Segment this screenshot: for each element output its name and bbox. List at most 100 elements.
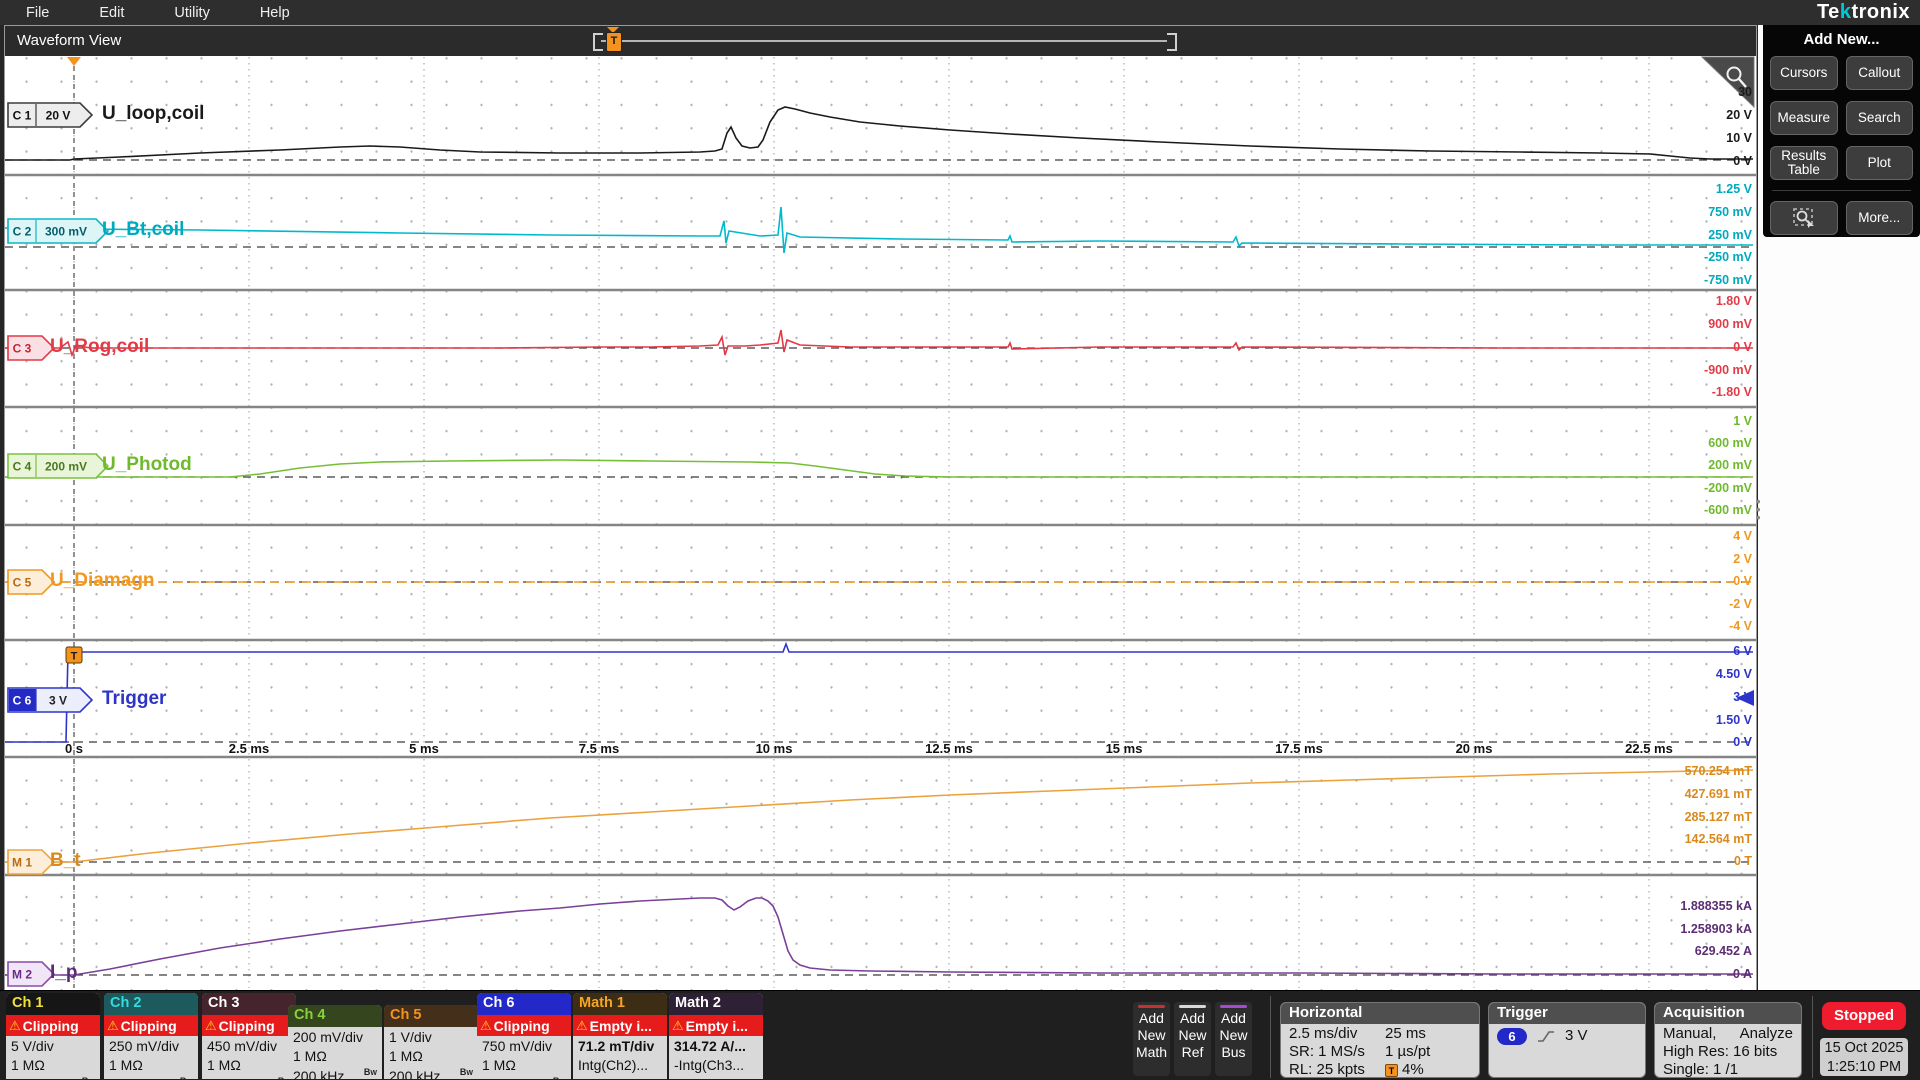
time-axis-label-8: 20 ms bbox=[1432, 741, 1516, 756]
bandwidth-limit-icon: BW bbox=[553, 1077, 566, 1079]
channel-card-math2[interactable]: Math 2⚠Empty i...314.72 A/...-Intg(Ch3..… bbox=[669, 993, 763, 1079]
channel-card-ch1[interactable]: Ch 1⚠Clipping5 V/div1 MΩ200 kHzBW bbox=[6, 993, 100, 1079]
horizontal-right-value: 4% bbox=[1402, 1061, 1424, 1078]
date-text: 15 Oct 2025 bbox=[1820, 1039, 1908, 1058]
addbtn-color-bar bbox=[1220, 1005, 1247, 1008]
setting-text: 1 V/div bbox=[389, 1029, 432, 1045]
navigator-trigger-marker[interactable]: T bbox=[606, 32, 622, 52]
logo-text: Te bbox=[1817, 1, 1840, 23]
add-new-bus-button[interactable]: Add New Bus bbox=[1215, 1002, 1252, 1076]
horizontal-panel-title: Horizontal bbox=[1281, 1003, 1479, 1024]
time-text: 1:25:10 PM bbox=[1820, 1058, 1908, 1077]
menu-item-help[interactable]: Help bbox=[260, 5, 290, 21]
trigger-panel[interactable]: Trigger 6 3 V bbox=[1488, 1002, 1646, 1078]
scale-label-m1-1: 427.691 mT bbox=[1612, 787, 1752, 801]
setting-text: 1 MΩ bbox=[482, 1057, 516, 1073]
channel-name-m2: I_p bbox=[50, 962, 77, 984]
add-new-measure-button[interactable]: Measure bbox=[1770, 101, 1838, 135]
warning-icon: ⚠ bbox=[480, 1018, 492, 1034]
bandwidth-limit-icon: BW bbox=[82, 1077, 95, 1079]
card-setting-row: 200 kHzBW bbox=[202, 1075, 296, 1079]
card-setting-row: 200 kHz BW bbox=[6, 1075, 100, 1079]
card-title: Ch 2 bbox=[104, 993, 198, 1015]
menu-item-edit[interactable]: Edit bbox=[99, 5, 124, 21]
logo-k: k bbox=[1840, 1, 1852, 23]
channel-card-ch4[interactable]: Ch 4200 mV/div1 MΩ200 kHzBW bbox=[288, 1005, 382, 1079]
add-new-panel: Add New... CursorsCalloutMeasureSearchRe… bbox=[1763, 25, 1920, 237]
setting-text: 1 MΩ bbox=[293, 1048, 327, 1064]
card-title: Math 2 bbox=[669, 993, 763, 1015]
card-title: Ch 3 bbox=[202, 993, 296, 1015]
card-alert: ⚠Clipping bbox=[104, 1015, 198, 1036]
card-alert: ⚠Clipping bbox=[202, 1015, 296, 1036]
window-title: Waveform View bbox=[17, 32, 121, 49]
add-new-search-button[interactable]: Search bbox=[1846, 101, 1914, 135]
tektronix-logo: Tektronix bbox=[1817, 0, 1910, 25]
horizontal-right-group: 25 ms bbox=[1385, 1025, 1471, 1043]
channel-card-ch3[interactable]: Ch 3⚠Clipping450 mV/div1 MΩ200 kHzBW bbox=[202, 993, 296, 1079]
scale-label-c1-0: 30 bbox=[1612, 85, 1752, 99]
add-new-ref-button[interactable]: Add New Ref bbox=[1174, 1002, 1211, 1076]
add-new-callout-button[interactable]: Callout bbox=[1846, 56, 1914, 90]
scale-label-c1-1: 20 V bbox=[1612, 108, 1752, 122]
card-setting-row: 200 kHzBW bbox=[384, 1066, 478, 1079]
record-navigator-line bbox=[601, 40, 1167, 42]
panel-drag-handle[interactable]: ••• bbox=[1756, 498, 1761, 524]
add-new-title: Add New... bbox=[1770, 31, 1913, 48]
setting-text: -Intg(Ch3... bbox=[674, 1057, 744, 1073]
addbtn-label: Add New Math bbox=[1133, 1010, 1170, 1061]
scale-label-c5-0: 4 V bbox=[1612, 529, 1752, 543]
add-new-cursors-button[interactable]: Cursors bbox=[1770, 56, 1838, 90]
scale-label-c2-1: 750 mV bbox=[1612, 205, 1752, 219]
setting-text: 1 MΩ bbox=[389, 1048, 423, 1064]
time-axis-label-9: 22.5 ms bbox=[1607, 741, 1691, 756]
channel-card-math1[interactable]: Math 1⚠Empty i...71.2 mT/divIntg(Ch2)... bbox=[573, 993, 667, 1079]
scale-label-c3-2: 0 V bbox=[1612, 340, 1752, 354]
card-alert: ⚠Empty i... bbox=[573, 1015, 667, 1036]
time-axis-label-7: 17.5 ms bbox=[1257, 741, 1341, 756]
channel-card-ch6[interactable]: Ch 6⚠Clipping750 mV/div1 MΩ200 kHzBW bbox=[477, 993, 571, 1079]
menu-item-file[interactable]: File bbox=[26, 5, 49, 21]
card-setting-row: 750 mV/div bbox=[477, 1036, 571, 1056]
setting-text: 1 MΩ bbox=[109, 1057, 143, 1073]
channel-name-c6: Trigger bbox=[102, 688, 166, 710]
horizontal-left-value: 2.5 ms/div bbox=[1289, 1025, 1357, 1043]
scale-label-c2-4: -750 mV bbox=[1612, 273, 1752, 287]
alert-text: Clipping bbox=[219, 1018, 275, 1034]
setting-text: 750 mV/div bbox=[482, 1038, 552, 1054]
zoom-select-button[interactable] bbox=[1770, 201, 1838, 235]
add-new-plot-button[interactable]: Plot bbox=[1846, 146, 1914, 180]
horizontal-right-value: 25 ms bbox=[1385, 1025, 1426, 1043]
trigger-position-icon: T bbox=[1385, 1064, 1398, 1077]
acquisition-panel[interactable]: Acquisition Manual,Analyze High Res: 16 … bbox=[1654, 1002, 1802, 1078]
navigator-left-bracket[interactable] bbox=[593, 33, 603, 51]
add-new-results-table-button[interactable]: Results Table bbox=[1770, 146, 1838, 180]
setting-text: 200 kHz bbox=[293, 1068, 344, 1079]
trigger-level-value: 3 V bbox=[1565, 1027, 1588, 1045]
setting-text: 1 MΩ bbox=[11, 1057, 45, 1073]
navigator-right-bracket[interactable] bbox=[1167, 33, 1177, 51]
channel-card-ch5[interactable]: Ch 51 V/div1 MΩ200 kHzBW bbox=[384, 1005, 478, 1079]
channel-card-ch2[interactable]: Ch 2⚠Clipping250 mV/div1 MΩ200 kHzBW bbox=[104, 993, 198, 1079]
alert-text: Clipping bbox=[23, 1018, 79, 1034]
menu-item-utility[interactable]: Utility bbox=[174, 5, 209, 21]
oscilloscope-screen: File Edit Utility Help Tektronix Waveform V… bbox=[0, 0, 1920, 1080]
waveform-grid[interactable] bbox=[5, 56, 1756, 990]
horizontal-panel-body: 2.5 ms/div25 msSR: 1 MS/s1 µs/ptRL: 25 k… bbox=[1281, 1024, 1479, 1078]
card-alert: ⚠Clipping bbox=[477, 1015, 571, 1036]
scale-label-c5-4: -4 V bbox=[1612, 619, 1752, 633]
side-panel-buttons: CursorsCalloutMeasureSearchResults Table… bbox=[1770, 56, 1913, 180]
channel-name-c2: U_Bt,coil bbox=[102, 219, 184, 241]
setting-text: Intg(Ch2)... bbox=[578, 1057, 648, 1073]
zoom-select-icon bbox=[1792, 207, 1816, 229]
more-button[interactable]: More... bbox=[1846, 201, 1914, 235]
alert-text: Clipping bbox=[121, 1018, 177, 1034]
setting-text: 200 kHz bbox=[11, 1077, 62, 1079]
card-setting-row: 5 V/div bbox=[6, 1036, 100, 1056]
horizontal-panel[interactable]: Horizontal 2.5 ms/div25 msSR: 1 MS/s1 µs… bbox=[1280, 1002, 1480, 1078]
card-setting-row: 1 MΩ bbox=[202, 1056, 296, 1076]
run-stop-status-badge[interactable]: Stopped bbox=[1822, 1002, 1906, 1030]
add-new-math-button[interactable]: Add New Math bbox=[1133, 1002, 1170, 1076]
scale-label-m2-0: 1.888355 kA bbox=[1612, 899, 1752, 913]
scale-label-c1-3: 0 V bbox=[1612, 154, 1752, 168]
